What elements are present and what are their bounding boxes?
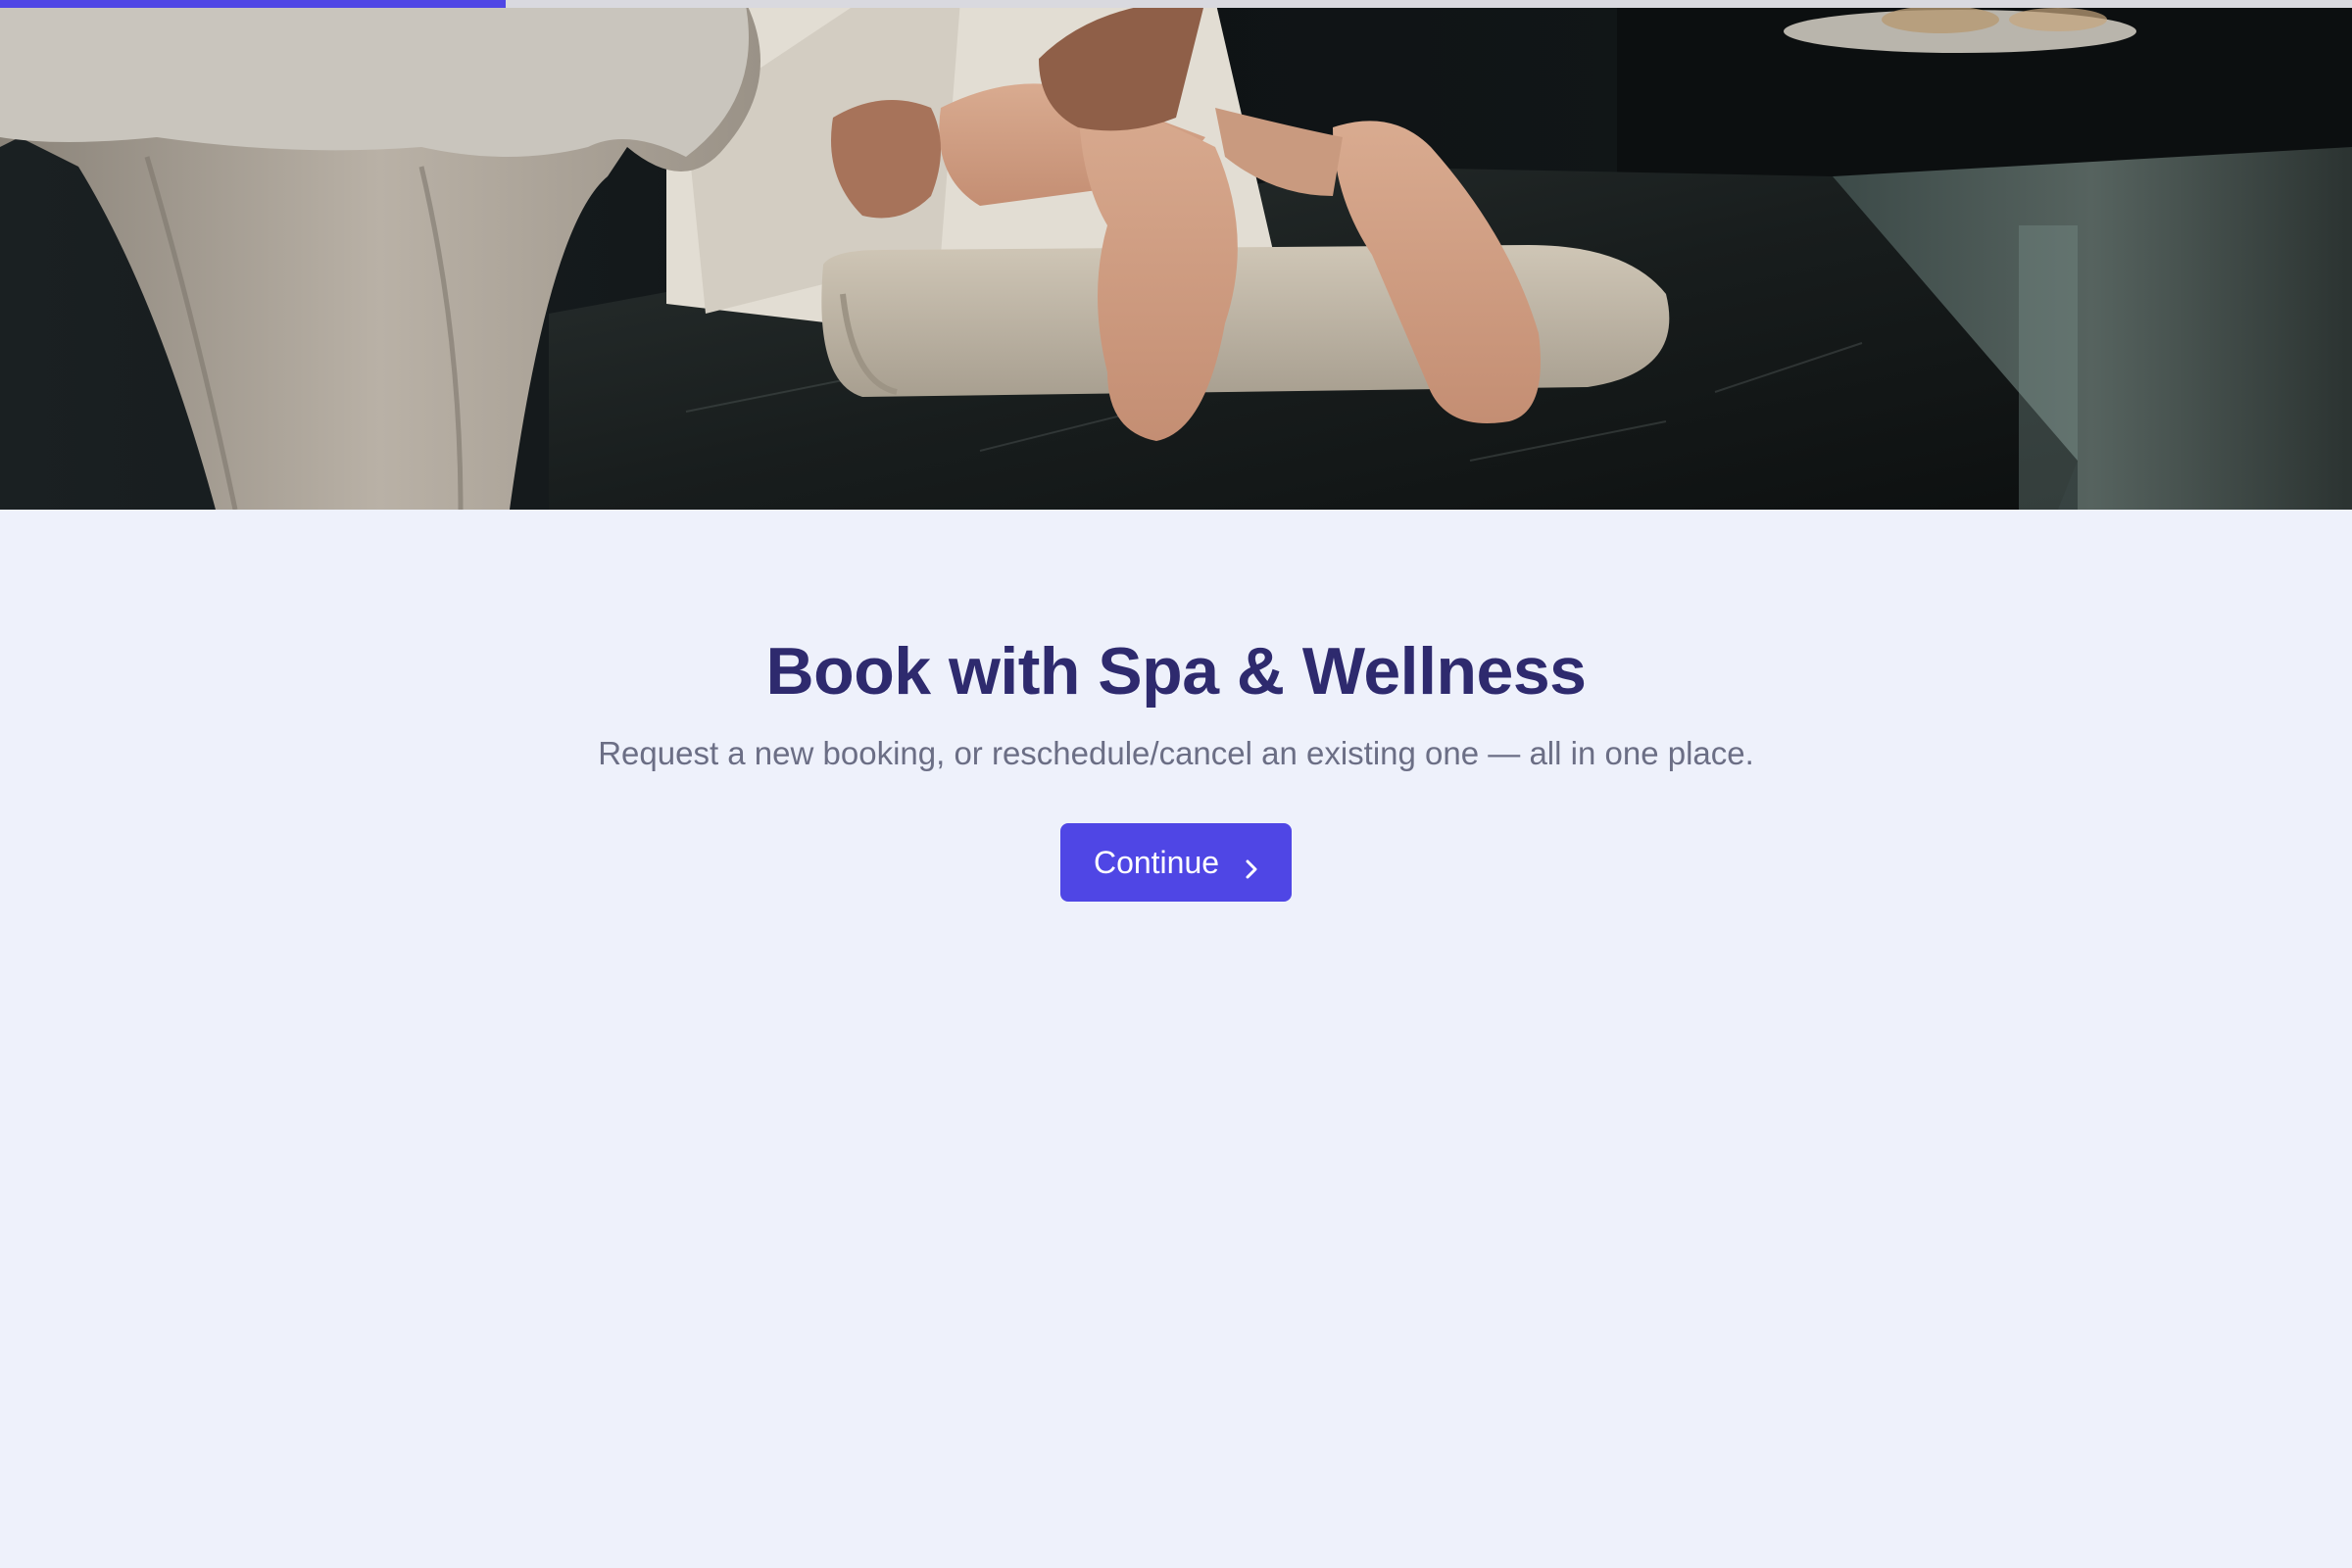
continue-button-label: Continue <box>1093 844 1220 880</box>
main-content: Book with Spa & Wellness Request a new b… <box>0 510 2352 903</box>
booking-page: Book with Spa & Wellness Request a new b… <box>0 0 2352 1568</box>
progress-bar-fill <box>0 0 506 8</box>
chevron-right-icon <box>1241 852 1262 879</box>
progress-bar <box>0 0 2352 8</box>
page-subtitle: Request a new booking, or reschedule/can… <box>598 734 1754 771</box>
hero-image <box>0 0 2352 510</box>
continue-button[interactable]: Continue <box>1060 823 1292 903</box>
page-title: Book with Spa & Wellness <box>765 634 1587 709</box>
